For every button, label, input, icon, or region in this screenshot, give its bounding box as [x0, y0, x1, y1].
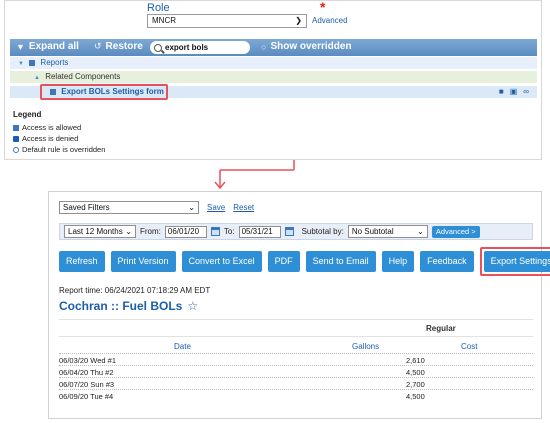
highlight-frame: [40, 84, 168, 100]
role-select-value: MNCR: [152, 16, 176, 25]
subtotal-label: Subtotal by:: [301, 227, 344, 236]
connector-arrow: [214, 160, 295, 190]
chevron-down-icon: ❯: [295, 16, 302, 25]
tree-search-value: export bols: [165, 43, 209, 52]
favorite-star-icon[interactable]: ☆: [187, 299, 198, 313]
tree-node-label: Related Components: [45, 72, 121, 81]
column-header-cost[interactable]: Cost: [461, 342, 477, 351]
legend-item-allowed: Access is allowed: [13, 123, 81, 132]
legend-item-overridden: Default rule is overridden: [13, 145, 105, 154]
legend-label: Access is denied: [22, 134, 79, 143]
table-row: 06/04/20 Thu #2 4,500: [59, 365, 533, 377]
subtotal-value: No Subtotal: [351, 227, 394, 236]
table-group-header: Regular: [59, 319, 533, 336]
group-header-label: Regular: [426, 324, 456, 333]
expand-icon: ▼: [16, 41, 25, 52]
period-value: Last 12 Months: [68, 227, 123, 236]
show-overridden-label: Show overridden: [270, 41, 352, 52]
lock-icon: [13, 135, 19, 142]
convert-to-excel-button[interactable]: Convert to Excel: [181, 251, 262, 272]
legend-label: Default rule is overridden: [22, 145, 106, 154]
calendar-icon[interactable]: [210, 227, 220, 236]
highlight-frame: [479, 247, 550, 276]
tree-node-label: Reports: [40, 58, 69, 67]
from-date-value: 06/01/20: [167, 226, 200, 236]
cell-gallons: 2,610: [406, 356, 425, 365]
collapse-triangle-icon: ▼: [18, 61, 24, 67]
report-action-buttons: Refresh Print Version Convert to Excel P…: [59, 247, 550, 276]
restore-label: Restore: [105, 41, 143, 52]
table-row: 06/09/20 Tue #4 4,500: [59, 389, 533, 401]
save-link[interactable]: Save: [207, 203, 225, 212]
cell-date: 06/03/20 Wed #1: [59, 356, 116, 365]
saved-filters-row: Saved Filters ⌄ Save Reset: [59, 200, 254, 214]
report-time: Report time: 06/24/2021 07:18:29 AM EDT: [59, 286, 211, 295]
advanced-link[interactable]: Advanced: [312, 16, 348, 25]
cell-date: 06/09/20 Tue #4: [59, 392, 114, 401]
chevron-down-icon: ⌄: [125, 227, 132, 236]
required-marker: *: [320, 0, 326, 15]
from-label: From:: [140, 227, 161, 236]
cell-gallons: 4,500: [406, 392, 425, 401]
report-title-text: Cochran :: Fuel BOLs: [59, 299, 183, 313]
override-icon: [13, 146, 19, 153]
table-row: 06/07/20 Sun #3 2,700: [59, 377, 533, 389]
to-date-value: 05/31/21: [241, 226, 273, 236]
lock-icon[interactable]: ■: [499, 86, 504, 98]
radio-icon: ○: [261, 41, 267, 52]
tree-node-related-components[interactable]: ▲ Related Components: [10, 71, 537, 83]
column-header-date[interactable]: Date: [174, 342, 191, 351]
tree-node-reports[interactable]: ▼ Reports: [10, 57, 537, 69]
allowed-icon: [13, 124, 19, 131]
node-actions: ■ ▣ ∞: [499, 86, 529, 98]
expand-all-button[interactable]: ▼ Expand all: [16, 41, 79, 52]
show-overridden-toggle[interactable]: ○ Show overridden: [261, 41, 352, 52]
tree-search-input[interactable]: export bols: [150, 41, 250, 54]
tree-toolbar: ▼ Expand all ↺ Restore export bols ○ Sho…: [10, 39, 537, 56]
subtotal-select[interactable]: No Subtotal ⌄: [347, 225, 428, 238]
date-filter-bar: Last 12 Months ⌄ From: 06/01/20 To: 05/3…: [59, 223, 533, 240]
table-column-headers: Date Gallons Cost: [59, 336, 533, 353]
search-icon: [154, 43, 162, 52]
period-select[interactable]: Last 12 Months ⌄: [64, 225, 136, 238]
to-label: To:: [223, 227, 235, 236]
feedback-button[interactable]: Feedback: [420, 251, 474, 272]
role-label: Role: [147, 2, 170, 14]
cell-gallons: 4,500: [406, 368, 425, 377]
cell-date: 06/07/20 Sun #3: [59, 380, 115, 389]
legend-label: Access is allowed: [22, 123, 82, 132]
link-icon[interactable]: ∞: [523, 86, 529, 98]
restore-icon: ↺: [94, 41, 102, 51]
refresh-button[interactable]: Refresh: [59, 251, 105, 272]
cell-date: 06/04/20 Thu #2: [59, 368, 114, 377]
from-date-input[interactable]: 06/01/20: [164, 225, 207, 238]
export-settings-wrapper: Export Settings: [479, 247, 550, 276]
table-row: 06/03/20 Wed #1 2,610: [59, 353, 533, 365]
column-header-gallons[interactable]: Gallons: [352, 342, 379, 351]
chevron-down-icon: ⌄: [417, 227, 424, 236]
send-to-email-button[interactable]: Send to Email: [305, 251, 376, 272]
permissions-panel: Role * MNCR ❯ Advanced ▼ Expand all ↺ Re…: [4, 0, 542, 160]
calendar-icon[interactable]: [284, 227, 294, 236]
advanced-button[interactable]: Advanced >: [431, 225, 480, 238]
report-title: Cochran :: Fuel BOLs ☆: [59, 299, 198, 313]
to-date-input[interactable]: 05/31/21: [238, 225, 281, 238]
legend-item-denied: Access is denied: [13, 134, 78, 143]
chevron-down-icon: ⌄: [188, 202, 195, 212]
saved-filters-value: Saved Filters: [63, 202, 110, 212]
node-icon: [29, 59, 36, 66]
saved-filters-select[interactable]: Saved Filters ⌄: [59, 200, 199, 214]
report-panel: Saved Filters ⌄ Save Reset Last 12 Month…: [48, 191, 550, 419]
legend-title: Legend: [13, 110, 42, 119]
role-select[interactable]: MNCR ❯: [147, 14, 307, 28]
expand-all-label: Expand all: [28, 41, 79, 52]
collapse-triangle-icon: ▲: [34, 75, 40, 81]
help-button[interactable]: Help: [381, 251, 415, 272]
allow-icon[interactable]: ▣: [510, 86, 518, 98]
restore-button[interactable]: ↺ Restore: [94, 41, 143, 52]
print-version-button[interactable]: Print Version: [110, 251, 176, 272]
pdf-button[interactable]: PDF: [267, 251, 300, 272]
reset-link[interactable]: Reset: [233, 203, 254, 212]
cell-gallons: 2,700: [406, 380, 425, 389]
